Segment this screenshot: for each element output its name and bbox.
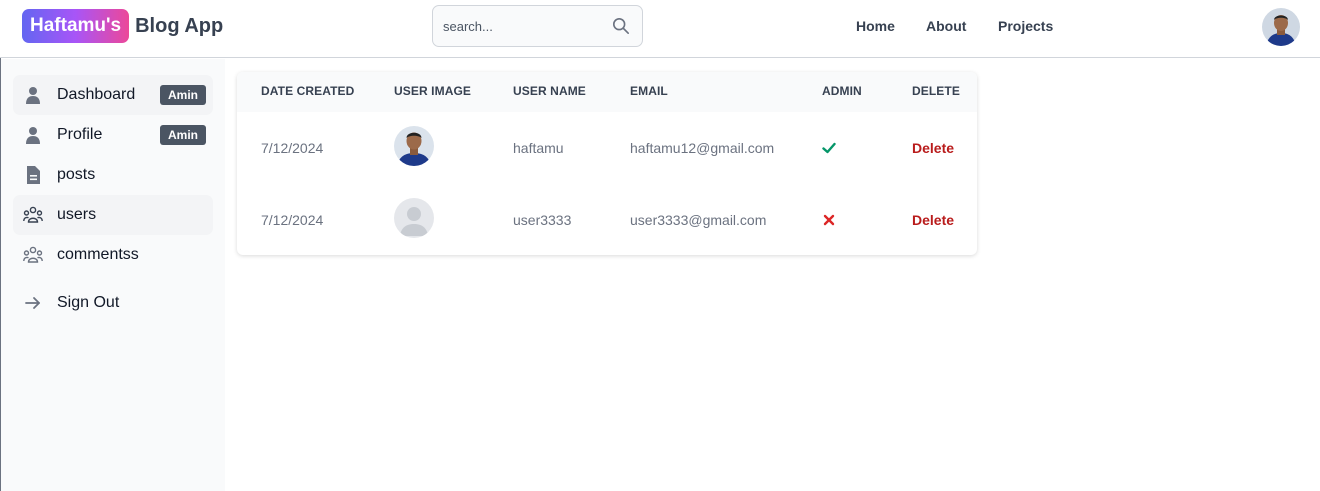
- sidebar-item-users[interactable]: users: [13, 195, 213, 235]
- sidebar-item-label: Sign Out: [57, 294, 120, 311]
- column-header: USER IMAGE: [394, 84, 472, 98]
- user-image: [394, 126, 434, 166]
- table-row: 7/12/2024 user3333 user3333@gmail.com De…: [237, 184, 977, 255]
- sidebar-item-posts[interactable]: posts: [13, 155, 213, 195]
- default-avatar-icon: [394, 198, 434, 238]
- user-image: [394, 198, 434, 238]
- top-navbar: Haftamu's Blog App Home About Projects: [0, 0, 1320, 58]
- column-header: EMAIL: [630, 84, 668, 98]
- brand-logo[interactable]: Haftamu's Blog App: [22, 9, 223, 43]
- role-badge: Amin: [160, 125, 206, 145]
- email-cell: user3333@gmail.com: [630, 212, 767, 228]
- column-header: ADMIN: [822, 84, 862, 98]
- users-table: DATE CREATED USER IMAGE USER NAME EMAIL …: [237, 72, 977, 255]
- column-header: USER NAME: [513, 84, 586, 98]
- sidebar-item-label: Dashboard: [57, 86, 136, 103]
- username-cell: user3333: [513, 212, 572, 228]
- date-cell: 7/12/2024: [261, 212, 324, 228]
- email-cell: haftamu12@gmail.com: [630, 140, 775, 156]
- brand-text: Blog App: [135, 14, 224, 37]
- x-icon: [823, 214, 835, 226]
- search-input[interactable]: [443, 16, 603, 36]
- profile-photo-icon: [1262, 8, 1300, 46]
- search-icon[interactable]: [612, 17, 630, 35]
- date-cell: 7/12/2024: [261, 140, 324, 156]
- table-header: DATE CREATED USER IMAGE USER NAME EMAIL …: [237, 72, 977, 112]
- sidebar-item-dashboard[interactable]: Dashboard Amin: [13, 75, 213, 115]
- nav-home-link[interactable]: Home: [856, 18, 895, 34]
- delete-user-link[interactable]: Delete: [912, 212, 954, 228]
- sidebar-item-label: users: [57, 206, 97, 223]
- role-badge: Amin: [160, 85, 206, 105]
- sidebar-item-sign-out[interactable]: Sign Out: [13, 283, 213, 323]
- document-icon: [27, 166, 40, 184]
- table-row: 7/12/2024 haftamu haftamu12@gmail.com De…: [237, 112, 977, 184]
- search-box: [432, 5, 643, 47]
- username-cell: haftamu: [513, 140, 564, 156]
- nav-about-link[interactable]: About: [926, 18, 966, 34]
- users-group-icon: [23, 246, 43, 263]
- sidebar-item-label: Profile: [57, 126, 103, 143]
- nav-projects-link[interactable]: Projects: [998, 18, 1053, 34]
- profile-photo-icon: [394, 126, 434, 166]
- user-icon: [26, 127, 40, 144]
- user-avatar[interactable]: [1262, 8, 1300, 46]
- sidebar-item-label: posts: [57, 166, 96, 183]
- sidebar-item-label: commentss: [57, 246, 139, 263]
- users-group-icon: [23, 206, 43, 223]
- sidebar-item-comments[interactable]: commentss: [13, 235, 213, 275]
- check-icon: [822, 142, 836, 154]
- column-header: DELETE: [912, 84, 960, 98]
- sidebar: Dashboard Amin Profile Amin posts users: [1, 59, 225, 491]
- sidebar-item-profile[interactable]: Profile Amin: [13, 115, 213, 155]
- column-header: DATE CREATED: [261, 84, 355, 98]
- arrow-right-icon: [25, 297, 40, 309]
- user-icon: [26, 87, 40, 104]
- delete-user-link[interactable]: Delete: [912, 140, 954, 156]
- brand-pill: Haftamu's: [22, 9, 130, 43]
